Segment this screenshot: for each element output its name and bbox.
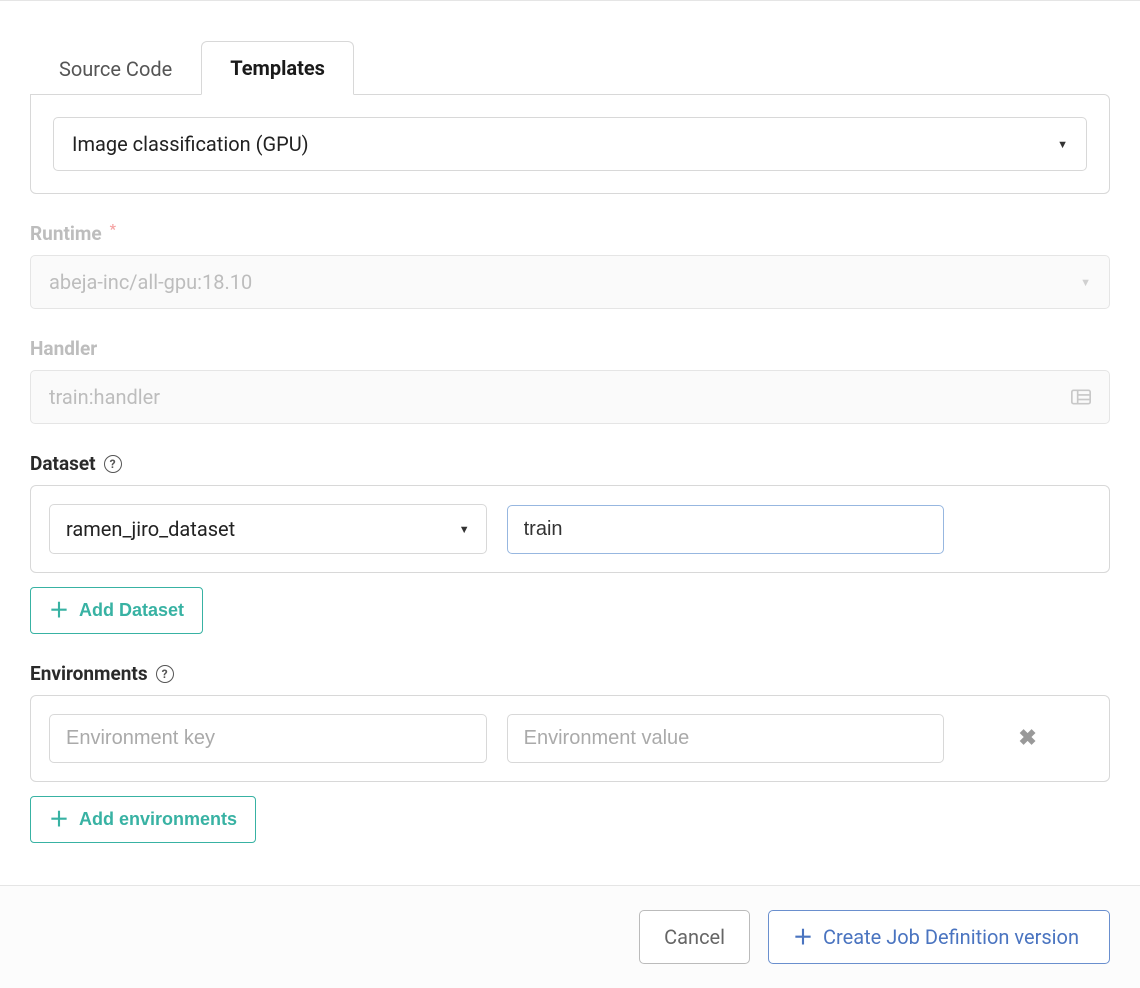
template-panel: Image classification (GPU) ▼: [30, 94, 1110, 194]
chevron-down-icon: ▼: [1080, 276, 1091, 289]
tab-templates[interactable]: Templates: [201, 41, 354, 95]
close-icon: ✖: [1018, 726, 1036, 751]
environment-key-input[interactable]: [49, 714, 487, 763]
runtime-label: Runtime*: [30, 222, 1110, 245]
add-environments-button[interactable]: ＋ Add environments: [30, 796, 256, 843]
template-select[interactable]: Image classification (GPU) ▼: [53, 117, 1087, 171]
dataset-label: Dataset ?: [30, 452, 1110, 475]
create-job-definition-version-button[interactable]: ＋ Create Job Definition version: [768, 910, 1110, 964]
template-select-value: Image classification (GPU): [72, 132, 309, 156]
tab-source-code[interactable]: Source Code: [30, 42, 201, 95]
form-icon: [1071, 389, 1091, 405]
runtime-value: abeja-inc/all-gpu:18.10: [49, 270, 252, 294]
required-marker: *: [110, 222, 116, 238]
handler-input: train:handler: [30, 370, 1110, 424]
help-icon[interactable]: ?: [156, 665, 174, 683]
dataset-select[interactable]: ramen_jiro_dataset ▼: [49, 504, 487, 554]
cancel-button[interactable]: Cancel: [639, 910, 750, 964]
help-icon[interactable]: ?: [104, 455, 122, 473]
chevron-down-icon: ▼: [459, 523, 470, 536]
environments-label: Environments ?: [30, 662, 1110, 685]
footer-actions: Cancel ＋ Create Job Definition version: [0, 885, 1140, 988]
dataset-select-value: ramen_jiro_dataset: [66, 517, 235, 541]
tabs: Source Code Templates: [30, 41, 1110, 94]
environment-row: ✖: [30, 695, 1110, 782]
chevron-down-icon: ▼: [1057, 138, 1068, 151]
dataset-row: ramen_jiro_dataset ▼: [30, 485, 1110, 573]
add-dataset-button[interactable]: ＋ Add Dataset: [30, 587, 203, 634]
environment-value-input[interactable]: [507, 714, 945, 763]
handler-value: train:handler: [49, 385, 160, 409]
delete-environment-button[interactable]: ✖: [964, 726, 1091, 751]
runtime-select: abeja-inc/all-gpu:18.10 ▼: [30, 255, 1110, 309]
handler-label: Handler: [30, 337, 1110, 360]
dataset-name-input[interactable]: [507, 505, 945, 554]
